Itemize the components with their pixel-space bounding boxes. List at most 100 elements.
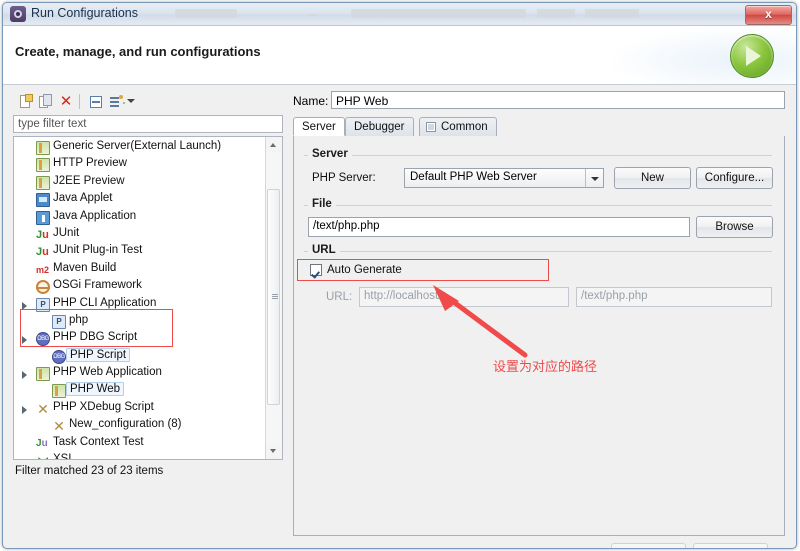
tab-label: Debugger [354, 121, 405, 133]
group-divider [304, 155, 772, 156]
tree-item-label: PHP XDebug Script [53, 401, 154, 413]
url-path-input[interactable]: /text/php.php [576, 287, 772, 307]
scroll-up-icon[interactable] [266, 137, 281, 152]
php-server-value: Default PHP Web Server [410, 171, 537, 183]
tree-item[interactable]: OSGi Framework [14, 278, 266, 295]
tree-item[interactable]: DBGPHP Script [14, 348, 266, 365]
configurations-panel: ✕ type filter text Generic Server(Extern… [13, 91, 285, 549]
tree-item[interactable]: HTTP Preview [14, 156, 266, 173]
name-input[interactable]: PHP Web [331, 91, 785, 109]
chevron-down-icon[interactable] [585, 169, 603, 187]
group-divider [304, 251, 772, 252]
server-group: Server PHP Server: Default PHP Web Serve… [304, 148, 772, 194]
tree-item-label: XSL [53, 453, 75, 460]
server-group-title: Server [308, 148, 352, 160]
tree-item[interactable]: JuJUnit [14, 226, 266, 243]
configuration-editor: Name: PHP Web Server Debugger Common [293, 91, 785, 549]
tree-item[interactable]: J2EE Preview [14, 174, 266, 191]
close-icon: x [746, 7, 791, 21]
configure-server-button[interactable]: Configure... [696, 167, 773, 189]
browse-file-button[interactable]: Browse [696, 216, 773, 238]
title-blurred-text [175, 9, 237, 18]
revert-button[interactable]: Revert [693, 543, 768, 549]
tree-item-label: PHP Web Application [53, 366, 162, 378]
tab-common[interactable]: Common [419, 117, 497, 136]
tree-item[interactable]: Java Applet [14, 191, 266, 208]
chevron-down-icon[interactable] [127, 99, 135, 103]
tree-item-label: New_configuration (8) [69, 418, 182, 430]
dialog-body: ✕ type filter text Generic Server(Extern… [3, 85, 796, 521]
tree-item[interactable]: DBGPHP DBG Script [14, 330, 266, 347]
file-group: File /text/php.php Browse [304, 198, 772, 242]
php-server-select[interactable]: Default PHP Web Server [404, 168, 604, 188]
file-group-title: File [308, 198, 336, 210]
tab-label: Common [441, 121, 488, 133]
tree-item[interactable]: ⋈XSL [14, 452, 266, 460]
duplicate-configuration-icon[interactable] [37, 93, 55, 111]
tree-item-label: PHP Web [66, 382, 124, 396]
run-play-icon [730, 34, 774, 78]
tree-item-label: Generic Server(External Launch) [53, 140, 221, 152]
scroll-down-icon[interactable] [266, 444, 281, 459]
tree-item-label: OSGi Framework [53, 279, 142, 291]
url-group-title: URL [308, 244, 340, 256]
scrollbar-thumb[interactable] [267, 189, 280, 405]
tree-item-label: Task Context Test [53, 436, 144, 448]
tab-server[interactable]: Server [293, 117, 345, 136]
filter-input[interactable]: type filter text [13, 115, 283, 133]
tree-scrollbar[interactable] [265, 137, 282, 459]
tree-item-label: PHP Script [66, 348, 130, 362]
title-blurred-text [308, 14, 317, 16]
new-server-button[interactable]: New [614, 167, 691, 189]
tree-item-label: PHP CLI Application [53, 297, 156, 309]
page-title: Create, manage, and run configurations [15, 44, 261, 59]
tree-item-label: php [69, 314, 88, 326]
tree-item-label: Java Application [53, 210, 136, 222]
title-blurred-text [537, 9, 575, 18]
tree-item-label: JUnit Plug-in Test [53, 244, 142, 256]
tree-item-label: J2EE Preview [53, 175, 125, 187]
tree-item[interactable]: PHP Web [14, 382, 266, 399]
tab-strip: Server Debugger Common [293, 117, 785, 137]
tree-item[interactable]: Generic Server(External Launch) [14, 139, 266, 156]
delete-configuration-icon[interactable]: ✕ [57, 93, 75, 111]
configurations-tree[interactable]: Generic Server(External Launch) HTTP Prev… [13, 136, 283, 460]
expand-arrow-icon[interactable] [22, 406, 27, 414]
toolbar-divider [79, 94, 80, 109]
tab-checkbox-icon [426, 122, 436, 132]
auto-generate-label: Auto Generate [327, 264, 402, 276]
tree-item[interactable]: JuJUnit Plug-in Test [14, 243, 266, 260]
tree-item[interactable]: PHP Web Application [14, 365, 266, 382]
tree-item[interactable]: ✕New_configuration (8) [14, 417, 266, 434]
new-configuration-icon[interactable] [17, 93, 35, 111]
url-base-input[interactable]: http://localhost/ [359, 287, 569, 307]
tree-item-label: JUnit [53, 227, 79, 239]
name-row: Name: PHP Web [293, 91, 785, 111]
url-group: URL Auto Generate URL: http://localhost/… [304, 244, 772, 312]
expand-arrow-icon[interactable] [22, 336, 27, 344]
name-label: Name: [293, 94, 328, 108]
tree-item[interactable]: Java Application [14, 209, 266, 226]
auto-generate-checkbox[interactable] [310, 264, 322, 276]
tree-item[interactable]: ✕PHP XDebug Script [14, 400, 266, 417]
tab-debugger[interactable]: Debugger [345, 117, 414, 136]
title-bar: Run Configurations x [3, 3, 796, 26]
close-window-button[interactable]: x [745, 5, 792, 25]
application-icon [10, 6, 26, 22]
dialog-header: Create, manage, and run configurations [3, 26, 796, 85]
tree-item[interactable]: JuTask Context Test [14, 435, 266, 452]
tree-item-label: PHP DBG Script [53, 331, 137, 343]
window-title: Run Configurations [31, 6, 138, 20]
filter-status-text: Filter matched 23 of 23 items [15, 465, 163, 477]
tree-item[interactable]: Pphp [14, 313, 266, 330]
tree-item[interactable]: PPHP CLI Application [14, 296, 266, 313]
expand-arrow-icon[interactable] [22, 371, 27, 379]
file-path-input[interactable]: /text/php.php [308, 217, 690, 237]
expand-arrow-icon[interactable] [22, 302, 27, 310]
annotation-text: 设置为对应的路径 [493, 356, 597, 375]
filter-configurations-icon[interactable] [107, 93, 125, 111]
php-server-label: PHP Server: [312, 172, 376, 184]
tree-item[interactable]: m2Maven Build [14, 261, 266, 278]
apply-button[interactable]: Apply [611, 543, 686, 549]
collapse-all-icon[interactable] [87, 93, 105, 111]
